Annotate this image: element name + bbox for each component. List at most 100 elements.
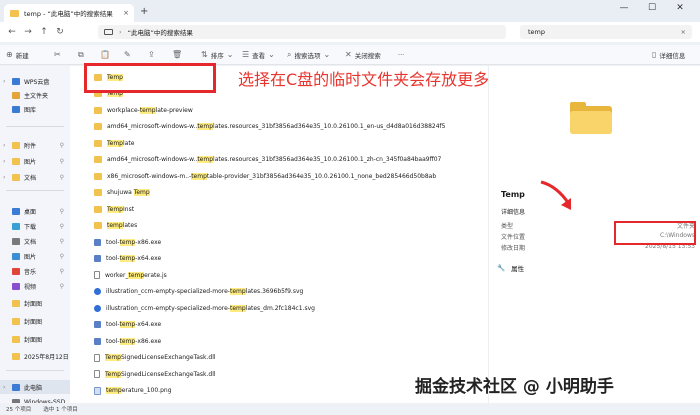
file-name: TempInst [107, 205, 135, 213]
chevron-down-icon: ⌄ [323, 50, 331, 59]
sidebar-item[interactable]: 桌面 ⚲ [0, 204, 70, 218]
sidebar-item[interactable]: › 附件 ⚲ [0, 138, 70, 152]
chevron-right-icon[interactable]: › [3, 142, 5, 149]
details-button[interactable]: ▯ 详细信息 [652, 50, 685, 60]
chevron-right-icon[interactable]: › [3, 384, 5, 391]
file-icon [94, 288, 101, 295]
window-tab[interactable]: temp - “此电脑”中的搜索结果 × [4, 4, 134, 22]
list-item[interactable]: illustration_ccm-empty-specialized-more-… [94, 284, 303, 300]
list-item[interactable]: tool-temp-x86.exe [94, 333, 161, 349]
sidebar-item-icon [12, 173, 20, 181]
large-folder-icon [570, 102, 612, 134]
sidebar-item-icon [12, 335, 20, 343]
list-item[interactable]: shujuwa Temp [94, 185, 150, 201]
maximize-button[interactable]: ☐ [640, 3, 664, 13]
new-button[interactable]: ⊕ 新建 [6, 50, 29, 60]
list-item[interactable]: tool-temp-x64.exe [94, 251, 161, 267]
sidebar-item[interactable]: › 此电脑 [0, 380, 70, 394]
address-bar[interactable]: › “此电脑”中的搜索结果 [98, 25, 506, 39]
pin-icon: ⚲ [59, 207, 64, 215]
sidebar-item[interactable]: 图片 ⚲ [0, 249, 70, 263]
new-tab-button[interactable]: + [140, 6, 148, 17]
refresh-icon[interactable]: ↻ [52, 27, 68, 37]
folder-icon [10, 9, 19, 17]
sidebar-item[interactable]: 下载 ⚲ [0, 219, 70, 233]
details-name: Temp [501, 190, 525, 199]
close-button[interactable]: ✕ [668, 3, 692, 13]
folder-icon [94, 106, 102, 114]
search-input[interactable]: temp × [520, 25, 692, 39]
delete-icon[interactable]: 🗑 [172, 50, 182, 59]
file-icon [94, 321, 101, 328]
sidebar-item[interactable]: 图库 [0, 102, 70, 116]
item-count: 25 个项目 [6, 407, 32, 413]
annotation-text: 选择在C盘的临时文件夹会存放更多文件 [238, 70, 522, 89]
rename-icon[interactable]: ✎ [124, 50, 131, 59]
list-item[interactable]: templates [94, 218, 137, 234]
search-clear-icon[interactable]: × [681, 28, 686, 36]
list-item[interactable]: TempInst [94, 201, 134, 217]
list-item[interactable]: workplace-template-preview [94, 102, 193, 118]
up-arrow-icon[interactable]: ↑ [36, 27, 52, 37]
close-search-button[interactable]: ✕ 关闭搜索 [345, 50, 381, 60]
chevron-right-icon[interactable]: › [3, 158, 5, 165]
sidebar-item-icon [12, 299, 20, 307]
sidebar-item[interactable]: › 文档 ⚲ [0, 170, 70, 184]
sidebar-item-label: 文档 [24, 238, 37, 246]
pin-icon: ⚲ [59, 157, 64, 165]
sidebar-item[interactable]: 音乐 ⚲ [0, 264, 70, 278]
cut-icon[interactable]: ✂ [54, 50, 61, 59]
pin-icon: ⚲ [59, 252, 64, 260]
sidebar-item[interactable]: 主文件夹 [0, 88, 70, 102]
chevron-right-icon[interactable]: › [3, 78, 5, 85]
sidebar-item[interactable]: 视频 ⚲ [0, 279, 70, 293]
sidebar-item[interactable]: Windows-SSD [0, 395, 70, 403]
chevron-right-icon[interactable]: › [3, 174, 5, 181]
search-options-button[interactable]: ⌕ 搜索选项 ⌄ [287, 50, 330, 60]
sort-label: 排序 [210, 51, 224, 60]
sidebar-item-label: 图库 [24, 106, 37, 114]
minimize-button[interactable]: — [612, 3, 636, 13]
copy-icon[interactable]: ⧉ [78, 50, 84, 60]
details-label: 详细信息 [659, 51, 686, 60]
sidebar-item[interactable]: 封面图 [0, 332, 70, 346]
sidebar-item[interactable]: › WPS云盘 [0, 74, 70, 88]
file-icon [94, 271, 100, 279]
sort-button[interactable]: ⇅ 排序 ⌄ [201, 50, 233, 60]
pin-icon: ⚲ [59, 282, 64, 290]
forward-arrow-icon[interactable]: → [20, 27, 36, 37]
sidebar-item-icon [12, 352, 20, 360]
sidebar-item[interactable]: 封面图 [0, 314, 70, 328]
sidebar-item[interactable]: 封面图 [0, 296, 70, 310]
list-item[interactable]: worker_temperate.js [94, 267, 167, 283]
sidebar-item[interactable]: 文档 ⚲ [0, 234, 70, 248]
list-item[interactable]: TempSignedLicenseExchangeTask.dll [94, 350, 216, 366]
list-item[interactable]: TempSignedLicenseExchangeTask.dll [94, 366, 216, 382]
list-item[interactable]: Template [94, 135, 134, 151]
back-arrow-icon[interactable]: ← [4, 27, 20, 37]
list-item[interactable]: temperature_100.png [94, 383, 172, 399]
folder-icon [94, 172, 102, 180]
sidebar-item-label: 封面图 [24, 336, 43, 344]
share-icon[interactable]: ⇪ [148, 50, 155, 59]
paste-icon[interactable]: 📋 [100, 50, 110, 59]
list-item[interactable]: x86_microsoft-windows-m..-temptable-prov… [94, 168, 436, 184]
sidebar-item[interactable]: 2025年8月12日 [0, 349, 70, 363]
file-name: tool-temp-x86.exe [106, 238, 162, 246]
tab-close-icon[interactable]: × [123, 9, 134, 17]
sidebar-item-label: 主文件夹 [24, 92, 49, 100]
title-bar: temp - “此电脑”中的搜索结果 × + — ☐ ✕ [0, 0, 700, 22]
file-icon [94, 238, 101, 246]
list-item[interactable]: tool-temp-x86.exe [94, 234, 161, 250]
list-item[interactable]: amd64_microsoft-windows-w..templates.res… [94, 152, 441, 168]
list-item[interactable]: illustration_ccm-empty-specialized-more-… [94, 300, 315, 316]
address-path: “此电脑”中的搜索结果 [127, 29, 193, 37]
sidebar-item-label: 附件 [24, 142, 37, 150]
list-item[interactable]: amd64_microsoft-windows-w..templates.res… [94, 119, 446, 135]
more-button[interactable]: ··· [398, 51, 404, 59]
view-button[interactable]: ☰ 查看 ⌄ [242, 50, 275, 60]
sidebar-item[interactable]: › 图片 ⚲ [0, 154, 70, 168]
properties-button[interactable]: 🔧 属性 [497, 263, 524, 273]
breadcrumb-chevron-icon: › [119, 28, 122, 36]
list-item[interactable]: tool-temp-x64.exe [94, 317, 161, 333]
